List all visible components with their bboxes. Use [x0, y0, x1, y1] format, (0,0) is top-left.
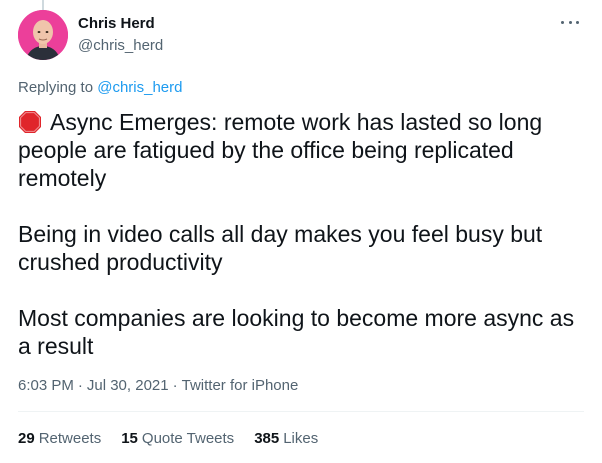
avatar[interactable] [18, 10, 68, 60]
tweet-paragraph-2: Being in video calls all day makes you f… [18, 221, 543, 275]
author-name[interactable]: Chris Herd [78, 15, 155, 32]
tweet-date[interactable]: Jul 30, 2021 [87, 377, 169, 394]
avatar-photo-icon [18, 10, 68, 60]
quote-tweets-count: 15 [121, 430, 138, 447]
replying-to: Replying to @chris_herd [18, 79, 182, 96]
tweet-time[interactable]: 6:03 PM [18, 377, 74, 394]
quote-tweets-stat[interactable]: 15 Quote Tweets [121, 430, 234, 447]
tweet-meta: 6:03 PM · Jul 30, 2021 · Twitter for iPhone [18, 377, 298, 394]
tweet-card: Chris Herd @chris_herd Replying to @chri… [0, 0, 602, 463]
divider [18, 411, 584, 412]
tweet-source[interactable]: Twitter for iPhone [182, 377, 299, 394]
tweet-paragraph-1: Async Emerges: remote work has lasted so… [18, 108, 588, 192]
more-dot [576, 20, 579, 24]
tweet-stats: 29 Retweets 15 Quote Tweets 385 Likes [18, 430, 338, 447]
more-dot [568, 20, 572, 24]
likes-stat[interactable]: 385 Likes [254, 430, 318, 447]
more-options-icon[interactable] [558, 14, 582, 30]
retweets-stat[interactable]: 29 Retweets [18, 430, 101, 447]
retweets-label: Retweets [38, 430, 102, 447]
tweet-text: Async Emerges: remote work has lasted so… [18, 108, 588, 360]
tweet-paragraph-1-text: Async Emerges: remote work has lasted so… [18, 109, 543, 191]
replying-to-prefix: Replying to [18, 79, 98, 96]
more-dot [561, 20, 564, 24]
reply-mention-link[interactable]: @chris_herd [97, 79, 182, 96]
thread-connector-line [42, 0, 44, 10]
meta-separator: · [77, 377, 83, 394]
stop-sign-icon [19, 111, 41, 133]
tweet-paragraph-3: Most companies are looking to become mor… [18, 305, 575, 359]
quote-tweets-label: Quote Tweets [141, 430, 235, 447]
meta-separator: · [172, 377, 178, 394]
likes-count: 385 [254, 430, 280, 447]
author-handle[interactable]: @chris_herd [78, 37, 163, 54]
retweets-count: 29 [18, 430, 35, 447]
likes-label: Likes [283, 430, 319, 447]
